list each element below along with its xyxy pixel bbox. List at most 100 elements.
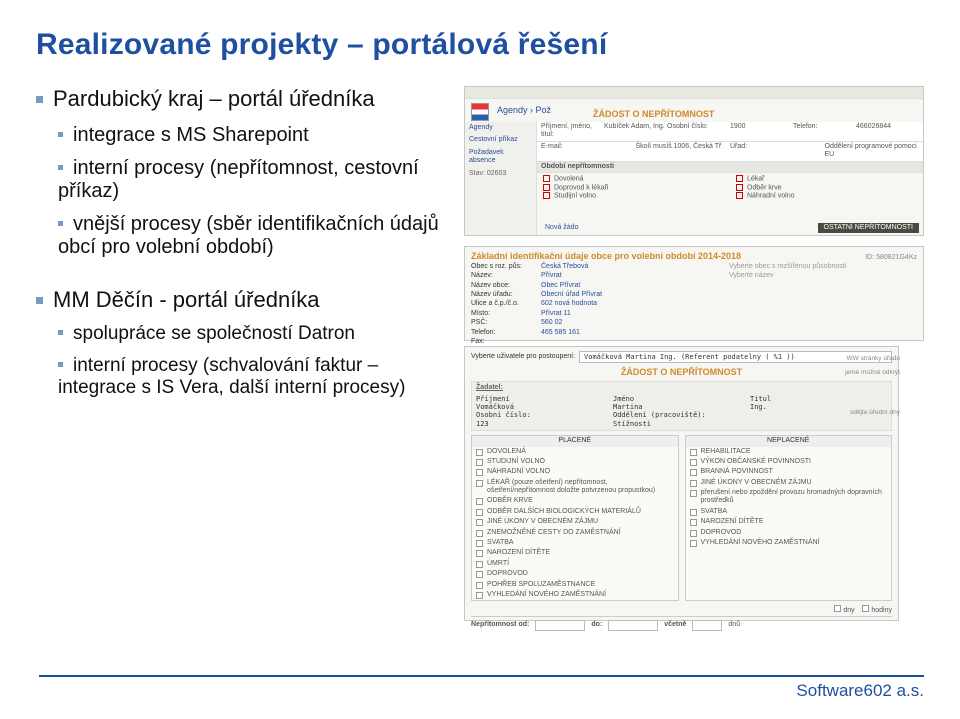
- sidebar-item: Cestovní příkaz: [465, 134, 536, 146]
- field-label: dnů: [728, 621, 740, 629]
- field-label: E-mail:: [541, 143, 636, 160]
- sidebar: Agendy Cestovní příkaz Požadavek absence…: [465, 122, 537, 235]
- checkbox-icon: [476, 449, 483, 456]
- bullet-icon: [36, 297, 43, 304]
- checkbox-row: Lékař: [736, 175, 917, 184]
- bullet-text: interní procesy (nepřítomnost, cestovní …: [58, 157, 419, 202]
- checkbox-icon: [476, 571, 483, 578]
- field-value: 465 585 161: [541, 329, 917, 337]
- checkbox-row: DOPROVOD: [686, 528, 892, 538]
- option-label: JINÉ ÚKONY V OBECNÉM ZÁJMU: [487, 518, 598, 526]
- checkbox-icon: [736, 175, 743, 182]
- option-label: ZNEMOŽNĚNÉ CESTY DO ZAMĚSTNÁNÍ: [487, 529, 621, 537]
- applicant-block: Žadatel: PříjmeníJménoTitul VomáčkováMar…: [471, 381, 892, 431]
- field-value: Přívrat: [541, 272, 729, 280]
- checkbox-row: DOPROVOD: [472, 569, 678, 579]
- checkbox-icon: [690, 519, 697, 526]
- field-value: 466026844: [856, 123, 919, 140]
- bullet-icon: [58, 132, 63, 137]
- checkbox-icon: [543, 192, 550, 199]
- field-row: Ulice a č.p./č.o.602 nová hodnota: [471, 300, 917, 309]
- checkbox-icon: [476, 498, 483, 505]
- field-label: včetně: [664, 621, 686, 629]
- option-label: ODBĚR KRVE: [487, 497, 533, 505]
- option-label: VYHLEDÁNÍ NOVÉHO ZAMĚSTNÁNÍ: [487, 591, 606, 599]
- screenshot-obec-form: Základní identifikační údaje obce pro vo…: [464, 246, 924, 341]
- checkbox-icon: [690, 449, 697, 456]
- bullet-text: integrace s MS Sharepoint: [73, 124, 309, 146]
- field-label: Telefon:: [471, 329, 541, 337]
- cutoff-text: sdějte úřední dny: [850, 409, 900, 417]
- select-value: Vomáčková Martina Ing. (Referent podatel…: [579, 351, 892, 363]
- list-item: Pardubický kraj – portál úředníka integr…: [36, 86, 446, 259]
- form-title: ŽÁDOST O NEPŘÍTOMNOST: [471, 367, 892, 378]
- checkbox-row: Doprovod k lékaři: [543, 184, 724, 193]
- checkbox-icon: [736, 192, 743, 199]
- option-label: DOVOLENÁ: [487, 448, 526, 456]
- checkbox-row: Dovolená: [543, 175, 724, 184]
- sidebar-item: Agendy: [465, 122, 536, 134]
- checkbox-icon: [476, 582, 483, 589]
- option-label: STUDIJNÍ VOLNO: [487, 458, 545, 466]
- cutoff-text: WW stránky úřadu: [847, 355, 900, 363]
- field-label: Název obce:: [471, 282, 541, 290]
- field-value: Školí musíš 1006, Česká Tř: [636, 143, 731, 160]
- field-row: Název obce:Obec Přívrat: [471, 281, 917, 290]
- checkbox-row: ODBĚR KRVE: [472, 496, 678, 506]
- checkbox-row: LÉKAŘ (pouze ošetření) nepřítomnost, oše…: [472, 478, 678, 497]
- checkbox-icon: [476, 469, 483, 476]
- checkbox-icon: [476, 550, 483, 557]
- sidebar-item: Požadavek absence: [465, 147, 536, 168]
- field-label: Název:: [471, 272, 541, 280]
- checkbox-icon: [736, 184, 743, 191]
- screenshot-zadost-form: Vyberte uživatele pro postoupení: Vomáčk…: [464, 346, 899, 621]
- checkbox-icon: [476, 519, 483, 526]
- checkbox-icon: [690, 540, 697, 547]
- bullet-text: vnější procesy (sběr identifikačních úda…: [58, 213, 439, 258]
- bullet-icon: [36, 96, 43, 103]
- breadcrumb: Agendy › Pož: [497, 105, 551, 116]
- bullet-text: interní procesy (schvalování faktur – in…: [58, 355, 405, 398]
- list-item: vnější procesy (sběr identifikačních úda…: [58, 213, 446, 259]
- checkbox-icon: [834, 605, 841, 612]
- field-row: Název:PřívratVyberte název: [471, 272, 917, 281]
- date-input: [535, 620, 585, 631]
- checkbox-icon: [476, 459, 483, 466]
- field-value: Oddělení programové pomoci EU: [825, 143, 920, 160]
- checkbox-icon: [690, 469, 697, 476]
- option-label: přerušení nebo zpoždění provozu hromadný…: [701, 489, 888, 506]
- checkbox-row: SVATBA: [686, 507, 892, 517]
- section-header: Období nepřítomnosti: [537, 162, 923, 173]
- checkbox-icon: [690, 509, 697, 516]
- field-hint: Vyberte obec s rozšířenou působností: [729, 263, 917, 271]
- bullet-icon: [58, 221, 63, 226]
- option-label: NAROZENÍ DÍTĚTE: [701, 518, 764, 526]
- checkbox-row: JINÉ ÚKONY V OBECNÉM ZÁJMU: [472, 517, 678, 527]
- option-label: LÉKAŘ (pouze ošetření) nepřítomnost, oše…: [487, 479, 674, 496]
- field-label: Ulice a č.p./č.o.: [471, 300, 541, 308]
- checkbox-row: NAROZENÍ DÍTĚTE: [472, 548, 678, 558]
- checkbox-icon: [476, 509, 483, 516]
- field-label: Úřad:: [730, 143, 825, 160]
- checkbox-row: VYHLEDÁNÍ NOVÉHO ZAMĚSTNÁNÍ: [472, 590, 678, 600]
- checkbox-icon: [543, 175, 550, 182]
- option-label: POHŘEB SPOLUZAMĚSTNANCE: [487, 581, 595, 589]
- checkbox-icon: [690, 459, 697, 466]
- field-hint: Vyberte název: [729, 272, 917, 280]
- field-label: Místo:: [471, 310, 541, 318]
- checkbox-row: DOVOLENÁ: [472, 447, 678, 457]
- field-label: do:: [591, 621, 602, 629]
- list-item: integrace s MS Sharepoint: [58, 124, 446, 147]
- checkbox-icon: [690, 480, 697, 487]
- list-item: interní procesy (nepřítomnost, cestovní …: [58, 157, 446, 203]
- checkbox-icon: [476, 540, 483, 547]
- field-row: Telefon:465 585 161: [471, 328, 917, 337]
- number-input: [692, 620, 722, 631]
- option-label: ÚMRTÍ: [487, 560, 509, 568]
- cutoff-text: jemé možné odkrýt: [845, 369, 900, 377]
- checkbox-icon: [476, 480, 483, 487]
- bullet-text: spolupráce se společností Datron: [73, 323, 355, 344]
- bullet-text: Pardubický kraj – portál úředníka: [53, 86, 375, 111]
- form-id: ID: 580821G4Kz: [865, 254, 917, 262]
- bullet-text: MM Děčín - portál úředníka: [53, 287, 320, 312]
